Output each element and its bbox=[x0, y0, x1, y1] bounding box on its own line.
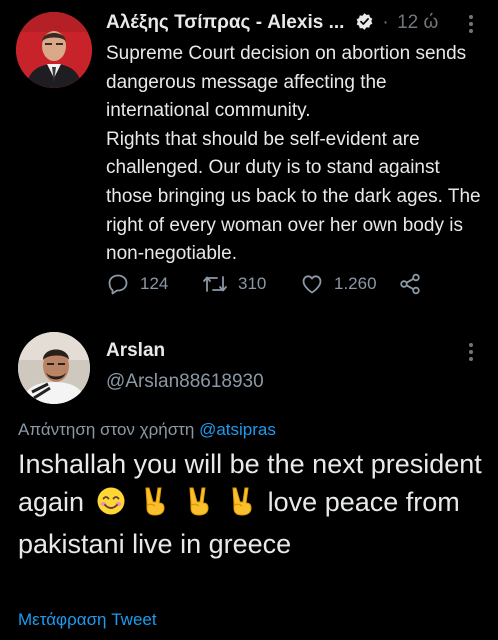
retweet-icon bbox=[202, 272, 228, 296]
author-name[interactable]: Αλέξης Τσίπρας - Alexis ... bbox=[106, 12, 344, 33]
smiling-face-icon bbox=[96, 486, 126, 527]
more-icon[interactable] bbox=[468, 342, 474, 367]
verified-icon bbox=[355, 12, 374, 36]
reply-text: Inshallah you will be the next president… bbox=[18, 446, 488, 564]
author-name[interactable]: Arslan bbox=[106, 340, 165, 362]
victory-hand-icon bbox=[185, 486, 213, 527]
avatar[interactable] bbox=[18, 332, 90, 404]
reply-icon bbox=[106, 272, 130, 296]
tweet-actions: 124 310 1.260 bbox=[106, 272, 486, 298]
like-icon bbox=[300, 272, 324, 296]
share-button[interactable] bbox=[398, 272, 422, 296]
reply-tweet: Arslan @Arslan88618930 Απάντηση στον χρή… bbox=[0, 320, 498, 640]
avatar[interactable] bbox=[16, 12, 92, 88]
like-count: 1.260 bbox=[334, 274, 377, 293]
mention-link[interactable]: @atsipras bbox=[199, 420, 276, 439]
tweet-header: Αλέξης Τσίπρας - Alexis ... · 12 ώ bbox=[106, 12, 486, 38]
translate-link[interactable]: Μετάφραση Tweet bbox=[18, 610, 157, 630]
original-tweet: Αλέξης Τσίπρας - Alexis ... · 12 ώ Supre… bbox=[0, 0, 498, 320]
victory-hand-icon bbox=[141, 486, 169, 527]
retweet-button[interactable]: 310 bbox=[202, 272, 266, 296]
replying-to-label: Απάντηση στον χρήστη bbox=[18, 420, 195, 439]
share-icon bbox=[398, 272, 422, 296]
more-icon[interactable] bbox=[468, 14, 474, 39]
avatar-photo bbox=[18, 332, 90, 404]
victory-hand-icon bbox=[228, 486, 256, 527]
separator-dot: · bbox=[382, 12, 389, 33]
replying-to: Απάντηση στον χρήστη @atsipras bbox=[18, 420, 276, 440]
like-button[interactable]: 1.260 bbox=[300, 272, 377, 296]
tweet-time[interactable]: 12 ώ bbox=[397, 12, 438, 33]
avatar-photo bbox=[16, 12, 92, 88]
reply-button[interactable]: 124 bbox=[106, 272, 168, 296]
reply-count: 124 bbox=[140, 274, 169, 293]
author-handle[interactable]: @Arslan88618930 bbox=[106, 371, 264, 393]
tweet-text: Supreme Court decision on abortion sends… bbox=[106, 43, 481, 265]
retweet-count: 310 bbox=[238, 274, 267, 293]
